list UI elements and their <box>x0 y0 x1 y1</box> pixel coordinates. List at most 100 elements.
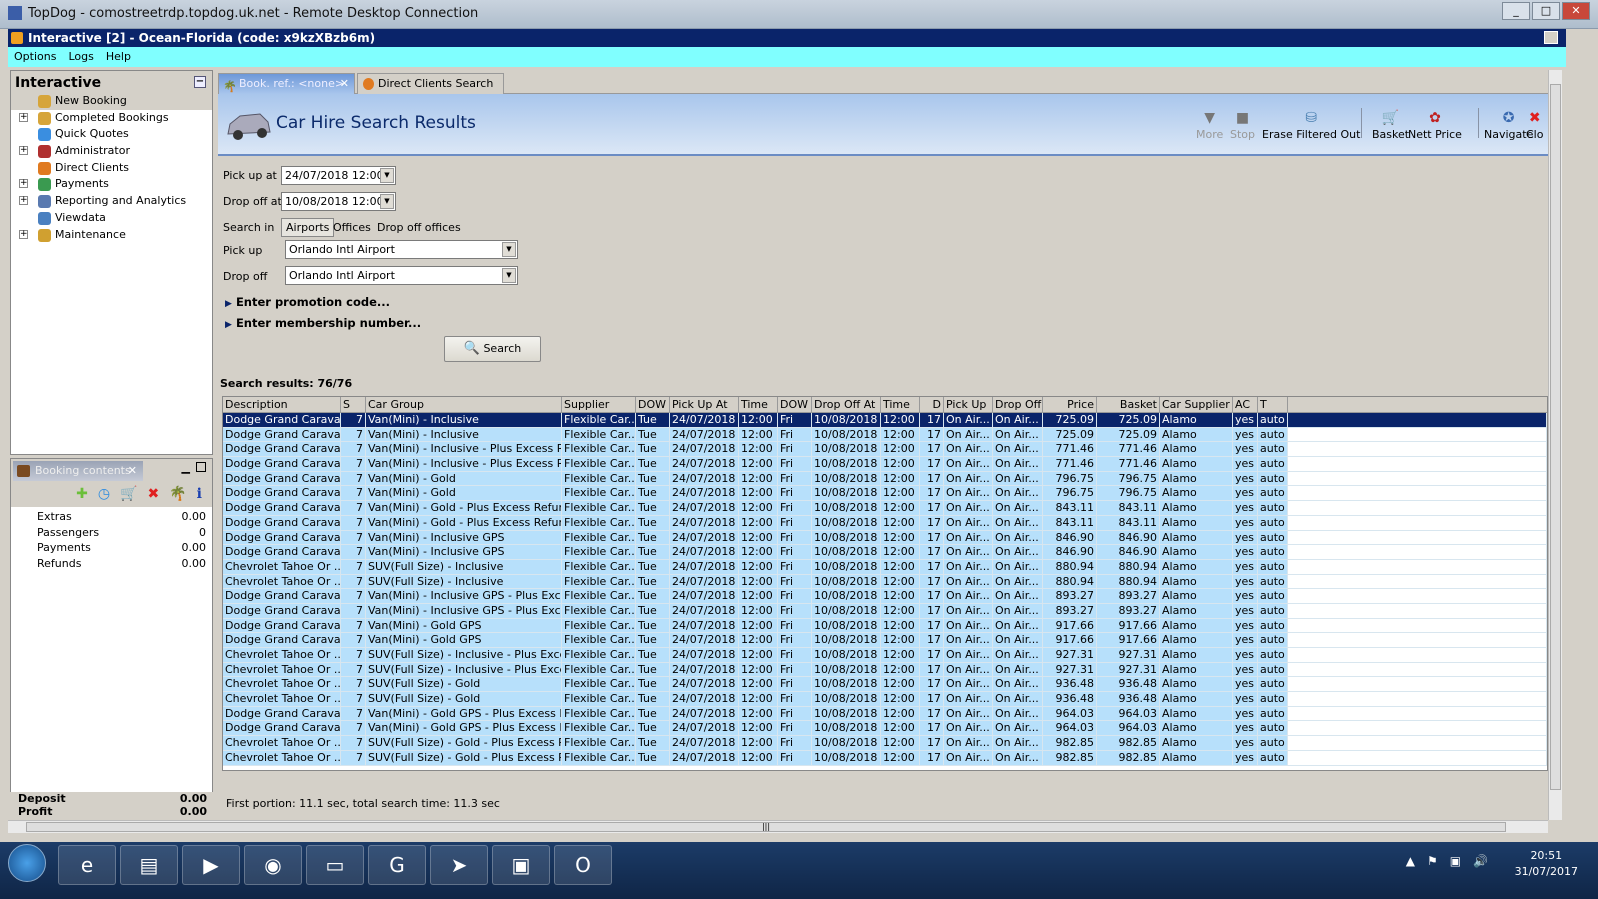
table-row[interactable]: Dodge Grand Carava... 7 Van(Mini) - Gold -… <box>223 501 1547 516</box>
dropoff-location-select[interactable]: Orlando Intl Airport ▼ <box>285 266 518 285</box>
info-icon[interactable]: i <box>197 486 202 507</box>
booking-contents-tab[interactable]: Booking contents ✕ <box>13 461 143 481</box>
network-icon[interactable]: ▣ <box>1450 854 1461 868</box>
more-button[interactable]: ▼ More <box>1196 110 1223 141</box>
clock-refresh-icon[interactable]: ◷ <box>98 486 110 507</box>
table-row[interactable]: Dodge Grand Carava... 7 Van(Mini) - Gold G… <box>223 633 1547 648</box>
search-button[interactable]: 🔍 Search <box>444 336 541 362</box>
taskbar-media-player-icon[interactable]: ▶ <box>182 845 240 885</box>
table-row[interactable]: Dodge Grand Carava... 7 Van(Mini) - Inclus… <box>223 603 1547 619</box>
maximize-icon[interactable] <box>196 462 206 472</box>
expand-icon[interactable]: + <box>19 179 28 189</box>
column-header[interactable]: D <box>920 397 944 413</box>
table-row[interactable]: Chevrolet Tahoe Or ... 7 SUV(Full Size) - … <box>223 736 1547 751</box>
start-button[interactable] <box>8 844 46 882</box>
table-row[interactable]: Chevrolet Tahoe Or ... 7 SUV(Full Size) - … <box>223 559 1547 575</box>
sidebar-item-administrator[interactable]: + Administrator <box>11 143 212 160</box>
table-row[interactable]: Dodge Grand Carava... 7 Van(Mini) - Inclus… <box>223 413 1547 428</box>
sidebar-item-completed-bookings[interactable]: + Completed Bookings <box>11 110 212 127</box>
collapse-button[interactable]: − <box>194 76 206 88</box>
taskbar-file-explorer-icon[interactable]: ▤ <box>120 845 178 885</box>
column-header[interactable]: Car Group <box>366 397 562 413</box>
table-row[interactable]: Dodge Grand Carava... 7 Van(Mini) - Inclus… <box>223 545 1547 560</box>
table-row[interactable]: Dodge Grand Carava... 7 Van(Mini) - Gold Fl… <box>223 471 1547 487</box>
flag-icon[interactable]: ⚑ <box>1427 854 1438 868</box>
show-hidden-icon[interactable]: ▲ <box>1406 854 1415 868</box>
column-header[interactable]: Car Supplier <box>1160 397 1233 413</box>
table-row[interactable]: Dodge Grand Carava... 7 Van(Mini) - Gold -… <box>223 515 1547 531</box>
table-row[interactable]: Chevrolet Tahoe Or ... 7 SUV(Full Size) - … <box>223 692 1547 707</box>
column-header[interactable]: Supplier <box>562 397 636 413</box>
column-header[interactable]: Description <box>223 397 341 413</box>
menu-options[interactable]: Options <box>14 47 56 67</box>
maximize-button[interactable]: □ <box>1532 2 1560 20</box>
table-row[interactable]: Dodge Grand Carava... 7 Van(Mini) - Inclus… <box>223 427 1547 443</box>
pickup-location-select[interactable]: Orlando Intl Airport ▼ <box>285 240 518 259</box>
expand-icon[interactable]: + <box>19 196 28 206</box>
table-row[interactable]: Dodge Grand Carava... 7 Van(Mini) - Gold G… <box>223 618 1547 634</box>
table-row[interactable]: Chevrolet Tahoe Or ... 7 SUV(Full Size) - … <box>223 677 1547 693</box>
table-row[interactable]: Chevrolet Tahoe Or ... 7 SUV(Full Size) - … <box>223 750 1547 766</box>
promotion-code-expander[interactable]: ▶ Enter promotion code... <box>225 295 390 309</box>
tab-direct-clients-search[interactable]: Direct Clients Search <box>357 73 504 94</box>
sidebar-item-maintenance[interactable]: + Maintenance <box>11 227 212 244</box>
taskbar-internet-explorer-icon[interactable]: e <box>58 845 116 885</box>
pickup-at-field[interactable]: 24/07/2018 12:00 ▼ <box>281 166 396 185</box>
column-header[interactable]: Time <box>739 397 778 413</box>
column-header[interactable]: Basket <box>1097 397 1160 413</box>
close-tab-icon[interactable]: ✕ <box>340 74 349 94</box>
volume-icon[interactable]: 🔊 <box>1473 854 1488 868</box>
clo-button[interactable]: ✖ Clo <box>1526 110 1543 141</box>
column-header[interactable]: Drop Off At <box>812 397 881 413</box>
column-header[interactable]: Price <box>1043 397 1097 413</box>
sidebar-item-reporting-and-analytics[interactable]: + Reporting and Analytics <box>11 193 212 210</box>
add-icon[interactable]: ✚ <box>76 486 88 507</box>
search-in-offices[interactable]: Offices <box>333 221 371 234</box>
chevron-down-icon[interactable]: ▼ <box>502 242 516 257</box>
basket-transfer-icon[interactable]: 🛒 <box>120 486 137 507</box>
column-header[interactable]: Time <box>881 397 920 413</box>
dropoff-at-field[interactable]: 10/08/2018 12:00 ▼ <box>281 192 396 211</box>
close-button[interactable]: ✕ <box>1562 2 1590 20</box>
table-row[interactable]: Chevrolet Tahoe Or ... 7 SUV(Full Size) - … <box>223 648 1547 663</box>
clock[interactable]: 20:51 31/07/2017 <box>1515 848 1578 880</box>
palm-tree-icon[interactable]: 🌴 <box>169 486 186 507</box>
nett-price-button[interactable]: ✿ Nett Price <box>1408 110 1462 141</box>
window-minimize-button[interactable] <box>1544 31 1558 44</box>
stop-button[interactable]: ■ Stop <box>1230 110 1255 141</box>
sidebar-item-payments[interactable]: + Payments <box>11 176 212 193</box>
table-row[interactable]: Dodge Grand Carava... 7 Van(Mini) - Inclus… <box>223 589 1547 604</box>
column-header[interactable]: DOW <box>778 397 812 413</box>
basket-button[interactable]: 🛒 Basket <box>1372 110 1409 141</box>
column-header[interactable]: Drop Off <box>993 397 1043 413</box>
table-row[interactable]: Dodge Grand Carava... 7 Van(Mini) - Inclus… <box>223 457 1547 472</box>
taskbar-outlook-icon[interactable]: O <box>554 845 612 885</box>
taskbar-app-g-icon[interactable]: G <box>368 845 426 885</box>
erase-filtered-out-button[interactable]: ⛁ Erase Filtered Out <box>1262 110 1360 141</box>
membership-number-expander[interactable]: ▶ Enter membership number... <box>225 316 421 330</box>
delete-icon[interactable]: ✖ <box>148 486 160 507</box>
tab-booking[interactable]: 🌴 Book. ref.: <none> ✕ <box>218 73 355 94</box>
close-icon[interactable]: ✕ <box>128 461 137 481</box>
minimize-button[interactable]: _ <box>1502 2 1530 20</box>
taskbar-sticky-notes-icon[interactable]: ▭ <box>306 845 364 885</box>
column-header[interactable]: AC <box>1233 397 1258 413</box>
sidebar-item-new-booking[interactable]: New Booking <box>11 93 212 110</box>
expand-icon[interactable]: + <box>19 146 28 156</box>
menu-logs[interactable]: Logs <box>68 47 93 67</box>
column-header[interactable]: T <box>1258 397 1288 413</box>
taskbar-chrome-icon[interactable]: ◉ <box>244 845 302 885</box>
taskbar-remote-app-icon[interactable]: ➤ <box>430 845 488 885</box>
table-row[interactable]: Chevrolet Tahoe Or ... 7 SUV(Full Size) - … <box>223 574 1547 590</box>
horizontal-scrollbar[interactable]: ||| <box>8 820 1548 833</box>
vertical-scrollbar[interactable] <box>1548 70 1562 820</box>
expand-icon[interactable]: + <box>19 112 28 122</box>
chevron-down-icon[interactable]: ▼ <box>380 194 394 209</box>
column-header[interactable]: S <box>341 397 366 413</box>
table-row[interactable]: Dodge Grand Carava... 7 Van(Mini) - Inclus… <box>223 530 1547 546</box>
minimize-icon[interactable]: ▁ <box>182 461 190 474</box>
column-header[interactable]: Pick Up <box>944 397 993 413</box>
sidebar-item-viewdata[interactable]: Viewdata <box>11 210 212 227</box>
sidebar-item-direct-clients[interactable]: Direct Clients <box>11 160 212 177</box>
menu-help[interactable]: Help <box>106 47 131 67</box>
